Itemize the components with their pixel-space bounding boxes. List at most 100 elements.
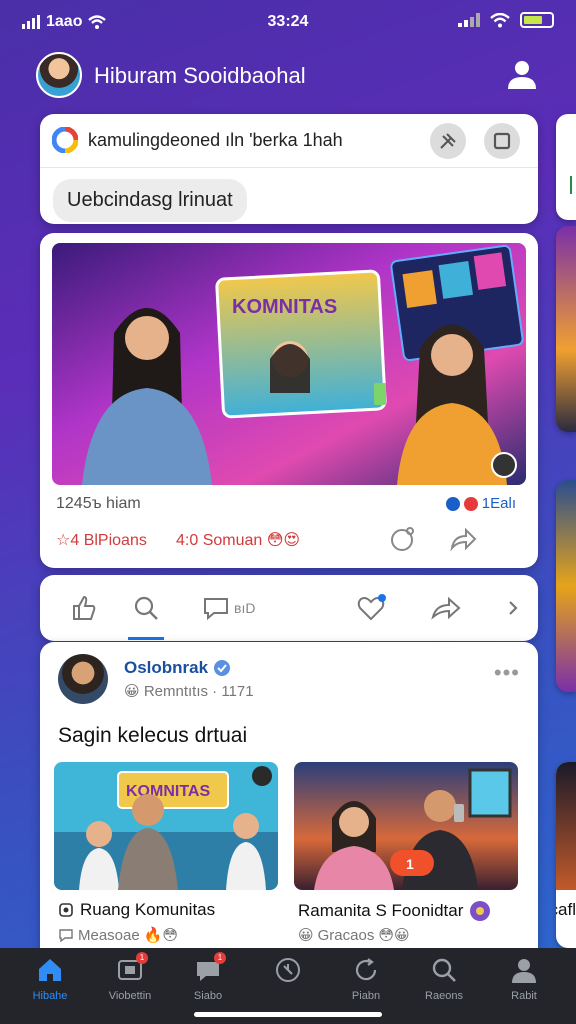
hero-sign: KOMNITAS <box>232 296 337 318</box>
group-icon <box>59 903 73 917</box>
badge-icon <box>470 901 491 921</box>
tile-sub-text: Measoae <box>78 926 140 944</box>
emoji-icon: 😳😍 <box>266 532 301 549</box>
side-image-peek[interactable] <box>556 226 576 432</box>
emoji-icon: 😀 <box>298 927 314 944</box>
emoji-icon: 😳😀 <box>378 927 410 944</box>
active-tab-indicator <box>128 637 164 640</box>
nav-mic[interactable] <box>252 956 324 990</box>
author-name-text: Oslobnrak <box>124 658 209 677</box>
nav-profile-label: Rabit <box>511 990 537 1002</box>
like-badge-icon <box>445 496 460 511</box>
home-icon <box>39 959 61 981</box>
tile-title: Ruang Komunitas <box>58 900 215 920</box>
tile-image: KOMNITAS <box>54 762 278 890</box>
app-title: Hiburam Sooidbaohal <box>94 63 306 88</box>
comment-count: 4:0 Somuan <box>176 532 263 549</box>
tile-sub: Measoae 🔥😳 <box>58 926 178 944</box>
battery-icon <box>520 12 554 28</box>
tile-sub-text: Gracaos <box>317 926 375 944</box>
chat-icon <box>204 598 228 621</box>
author-name[interactable]: Oslobnrak <box>124 658 231 678</box>
nav-search[interactable]: Raeons <box>408 956 480 1002</box>
hero-illustration: KOMNITAS <box>52 243 526 485</box>
search-card: kamulingdeoned ıln 'berka 1hah Uebcindas… <box>40 114 538 224</box>
wifi-icon <box>490 12 510 27</box>
nav-video-label: Viobettin <box>108 990 152 1002</box>
user-avatar[interactable] <box>36 52 82 98</box>
more-button[interactable] <box>506 592 520 624</box>
edit-button[interactable] <box>430 123 466 159</box>
thumbs-up-icon <box>73 595 96 620</box>
nav-profile[interactable]: Rabit <box>488 956 560 1002</box>
share-button[interactable] <box>430 592 462 624</box>
tile-title-text: Ramanita S Foonidtar <box>298 901 464 920</box>
profile-icon <box>512 959 536 983</box>
peek-mark <box>570 176 576 194</box>
feed-headline: Sagin kelecus drtuai <box>58 724 248 747</box>
post-card: KOMNITAS 1245ъ hiam 1Ealı ☆4 BlPioans 4:… <box>40 233 538 568</box>
search-button[interactable] <box>132 592 160 624</box>
nav-refresh-label: Piabn <box>351 990 381 1002</box>
volume-icon[interactable] <box>491 452 517 478</box>
nav-chat-label: Siabo <box>193 990 223 1002</box>
author-sub: 😀 Remntıtıs · 1171 <box>124 682 254 700</box>
search-query[interactable]: kamulingdeoned ıln 'berka 1hah <box>88 130 343 151</box>
more-options-icon[interactable]: ••• <box>494 660 520 686</box>
comment-label[interactable]: 4:0 Somuan 😳😍 <box>176 530 300 550</box>
feed-tile[interactable]: 1 Ramanita S Foonidtar 😀 Gracaos 😳😀 <box>294 762 518 950</box>
reaction-label[interactable]: ☆4 BlPioans <box>56 530 147 550</box>
share-arrow-icon <box>431 596 461 620</box>
love-button[interactable] <box>356 592 386 624</box>
mic-icon <box>276 958 300 982</box>
tile-sub: 😀 Gracaos 😳😀 <box>298 926 410 945</box>
home-indicator <box>194 1012 382 1017</box>
nav-refresh[interactable]: Piabn <box>330 956 402 1002</box>
comment-button[interactable]: вıD <box>202 592 255 624</box>
side-tile-image <box>556 762 576 890</box>
nav-home[interactable]: Hibahe <box>14 956 86 1002</box>
author-avatar[interactable] <box>58 654 108 704</box>
nav-chat[interactable]: 1 Siabo <box>172 952 244 1002</box>
post-reaction-summary[interactable]: 1Ealı <box>445 495 516 512</box>
suggestion-chip[interactable]: Uebcindasg lrinuat <box>53 179 247 222</box>
comment-button-label: вıD <box>234 600 256 616</box>
nav-search-label: Raeons <box>425 990 463 1002</box>
tile-title: Ramanita S Foonidtar <box>298 900 491 922</box>
share-icon[interactable] <box>448 524 478 554</box>
side-tile-peek[interactable]: Hcafl <box>556 762 576 948</box>
cell-signal-icon <box>458 13 480 27</box>
action-bar: вıD <box>40 575 538 641</box>
feed-card: Oslobnrak 😀 Remntıtıs · 1171 ••• Sagin k… <box>40 642 538 962</box>
nav-badge: 1 <box>136 952 148 964</box>
tile-sign: 1 <box>406 856 414 872</box>
author-sub-text: Remntıtıs · 1171 <box>143 683 254 700</box>
post-meta: 1245ъ hiam <box>56 495 141 512</box>
tile-image: 1 <box>294 762 518 890</box>
heart-badge-icon <box>463 496 478 511</box>
tabs-button[interactable] <box>484 123 520 159</box>
heart-icon <box>357 594 386 621</box>
nav-badge: 1 <box>214 952 226 964</box>
smile-icon: 😀 <box>124 683 140 700</box>
app-header: Hiburam Sooidbaohal <box>0 50 576 102</box>
post-hero-image[interactable]: KOMNITAS <box>52 243 526 485</box>
side-tile-title: Hcafl <box>556 900 576 919</box>
chevron-right-icon <box>509 601 518 615</box>
nav-video[interactable]: 1 Viobettin <box>94 952 166 1002</box>
side-image-peek-2[interactable] <box>556 480 576 692</box>
profile-icon[interactable] <box>506 58 538 90</box>
like-button[interactable] <box>70 592 98 624</box>
side-card-peek[interactable] <box>556 114 576 220</box>
status-bar: 1aao 33:24 <box>0 0 576 44</box>
chat-bubble-icon <box>59 929 73 943</box>
search-icon <box>134 596 158 620</box>
square-icon <box>493 132 511 150</box>
status-right <box>458 12 554 28</box>
search-row[interactable]: kamulingdeoned ıln 'berka 1hah <box>40 114 538 168</box>
comment-icon[interactable] <box>388 524 418 554</box>
emoji-icon: 🔥😳 <box>143 927 179 944</box>
search-icon <box>432 958 456 982</box>
google-icon <box>52 127 78 153</box>
feed-tile[interactable]: KOMNITAS Ruang Komunitas Measoae 🔥😳 <box>54 762 278 950</box>
